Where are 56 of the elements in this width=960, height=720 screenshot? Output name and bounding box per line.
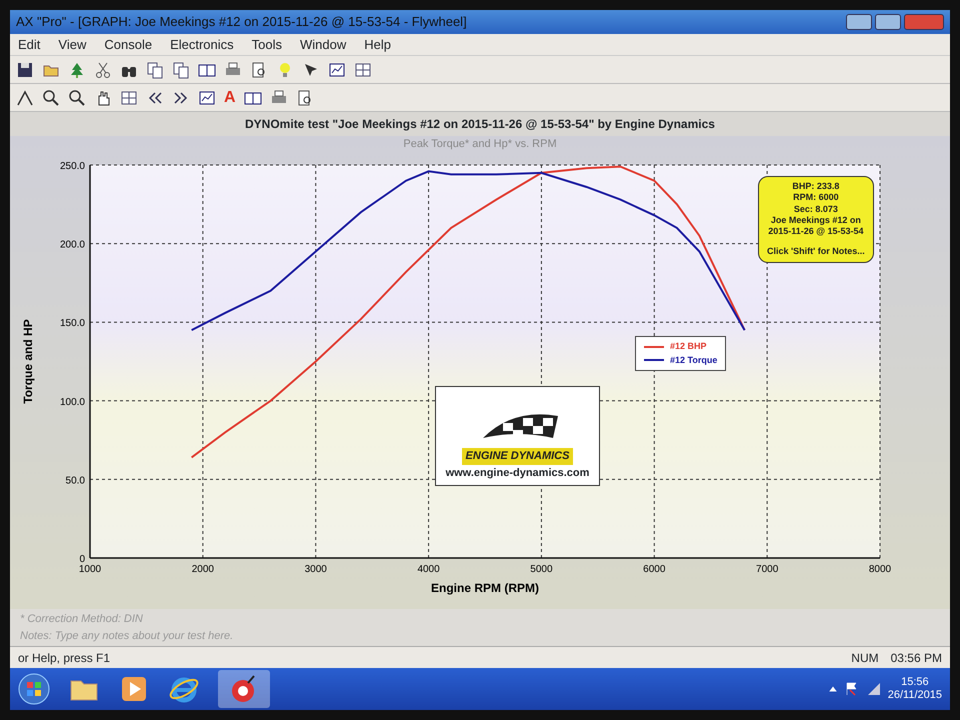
chart-window-icon[interactable] (198, 88, 216, 106)
note-text: * Correction Method: DIN (20, 612, 144, 627)
menu-item[interactable]: Edit (18, 34, 40, 54)
y-tick-label: 150.0 (60, 318, 85, 329)
x-tick-label: 6000 (643, 564, 666, 574)
x-tick-label: 1000 (78, 564, 102, 574)
status-time: 03:56 PM (890, 650, 942, 666)
x-tick-label: 2000 (192, 564, 214, 574)
grid-icon[interactable] (354, 60, 372, 78)
signal-bars-icon[interactable] (866, 681, 882, 697)
logo-name: ENGINE DYNAMICS (462, 448, 574, 464)
menu-item[interactable]: View (58, 34, 86, 54)
logo-url: www.engine-dynamics.com (446, 466, 590, 480)
grid-icon[interactable] (120, 88, 138, 106)
y-tick-label: 100.0 (60, 396, 85, 408)
x-tick-label: 8000 (868, 564, 892, 574)
chart-title: Peak Torque* and Hp* vs. RPM (402, 137, 558, 152)
zoom-in-icon[interactable] (42, 88, 60, 106)
menu-item[interactable]: Window (300, 34, 346, 54)
window-title: AX "Pro" - [GRAPH: Joe Meekings #12 on 2015-11-26 @ 15-53-54 - Flywheel] (16, 13, 467, 32)
font-button[interactable]: A (224, 88, 236, 106)
y-tick-label: 0 (79, 554, 85, 564)
menu-item[interactable]: Help (364, 34, 391, 54)
taskbar-clock[interactable]: 15:56 26/11/2015 (888, 676, 942, 702)
status-help-text: or Help, press F1 (18, 650, 110, 666)
zoom-in-icon[interactable] (68, 88, 86, 106)
y-tick-label: 200.0 (60, 239, 85, 250)
copy-icon[interactable] (172, 60, 190, 78)
chart-window-icon[interactable] (328, 60, 346, 78)
y-axis-label: Torque and HP (21, 318, 35, 404)
chart-heading: DYNOmite test "Joe Meekings #12 on 2015-11-26 @ 15-53-54" by Engine Dynamics (10, 112, 950, 136)
x-tick-label: 4000 (417, 564, 440, 574)
tree-icon[interactable] (68, 60, 86, 78)
legend-label: #12 BHP (670, 341, 707, 351)
menu-item[interactable]: Console (104, 34, 152, 54)
y-tick-label: 50.0 (66, 474, 85, 486)
scissors-icon[interactable] (94, 60, 112, 78)
note-text: Notes: Type any notes about your test here. (20, 628, 234, 644)
data-point-tooltip: BHP: 233.8 RPM: 6000 Sec: 8.073 Joe Meekings #12 on 2015-11-26 @ 15-53-54 Click 'Shift' for Notes... (758, 176, 874, 262)
num-lock-indicator: NUM (851, 650, 879, 666)
peak-icon[interactable] (16, 88, 34, 106)
x-axis-label: Engine RPM (RPM) (431, 580, 539, 594)
x-tick-label: 7000 (756, 564, 778, 574)
x-tick-label: 5000 (530, 564, 553, 574)
copy-icon[interactable] (146, 60, 164, 78)
close-button[interactable] (904, 14, 944, 30)
minimize-button[interactable] (846, 14, 872, 30)
menu-item[interactable]: Tools (252, 34, 282, 54)
x-tick-label: 3000 (304, 564, 327, 574)
legend-label: #12 Torque (670, 354, 718, 364)
taskbar-app-button[interactable] (218, 670, 270, 708)
y-tick-label: 250.0 (60, 160, 85, 172)
show-hidden-icons-icon[interactable] (828, 684, 838, 694)
maximize-button[interactable] (875, 14, 901, 30)
start-button-icon[interactable] (18, 673, 50, 705)
menu-item[interactable]: Electronics (170, 34, 234, 54)
